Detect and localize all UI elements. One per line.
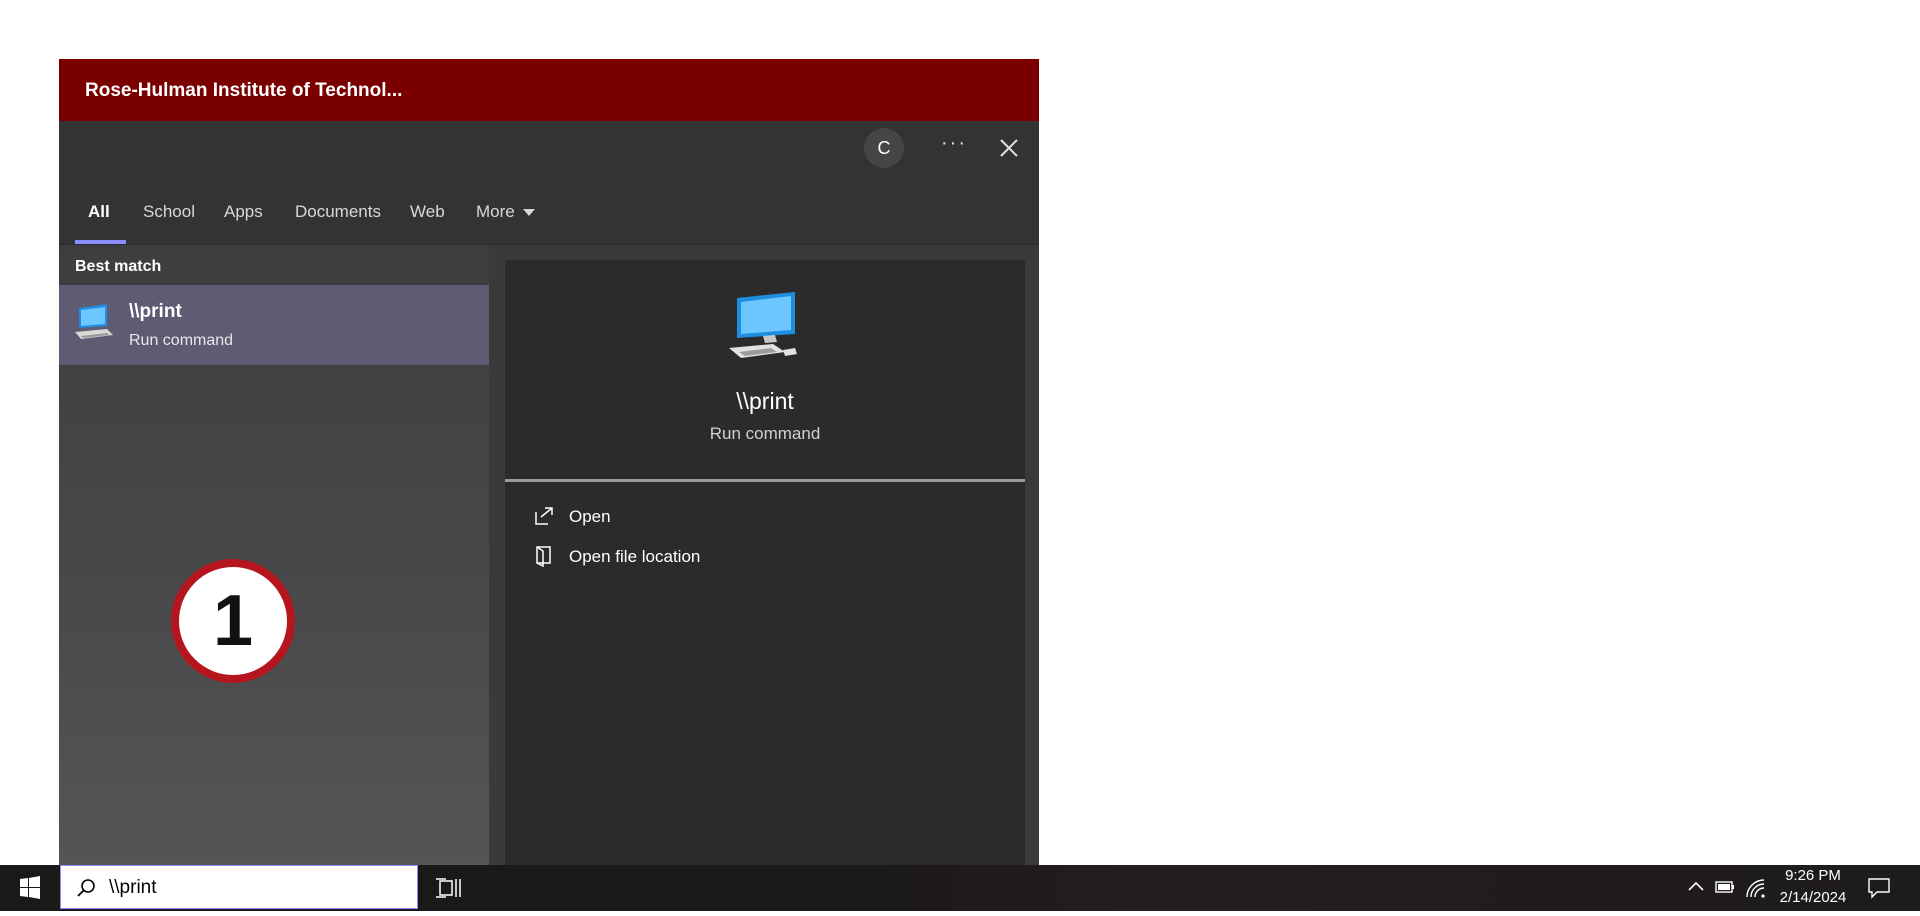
chevron-up-icon <box>1688 881 1704 891</box>
tab-documents[interactable]: Documents <box>295 202 381 222</box>
more-options-button[interactable]: ··· <box>934 123 974 163</box>
tab-web[interactable]: Web <box>410 202 445 222</box>
organization-title: Rose-Hulman Institute of Technol... <box>85 80 403 101</box>
system-clock[interactable]: 9:26 PM 2/14/2024 <box>1768 865 1858 911</box>
tab-more[interactable]: More <box>476 202 535 222</box>
preview-title: \\print <box>736 388 794 414</box>
result-type: Run command <box>129 332 234 349</box>
step-number-badge: 1 <box>171 559 295 683</box>
network-button[interactable] <box>1744 877 1766 904</box>
file-location-icon <box>536 546 551 567</box>
active-tab-indicator <box>75 240 126 244</box>
notifications-button[interactable] <box>1866 875 1892 906</box>
wifi-icon <box>1746 879 1765 898</box>
search-flyout: Rose-Hulman Institute of Technol... All … <box>59 59 1039 865</box>
start-button[interactable] <box>0 865 60 911</box>
taskbar: 9:26 PM 2/14/2024 <box>0 865 1920 911</box>
close-button[interactable] <box>989 128 1029 168</box>
tab-more-label: More <box>476 202 515 221</box>
search-icon <box>77 879 95 897</box>
battery-icon <box>1715 881 1734 893</box>
preview-pane: \\print Run command Open Open file locat… <box>505 260 1025 865</box>
computer-icon <box>75 304 113 339</box>
taskbar-search-box[interactable] <box>60 865 418 909</box>
close-icon <box>1000 139 1018 157</box>
open-action-label: Open <box>569 507 611 526</box>
clock-date: 2/14/2024 <box>1779 889 1847 906</box>
task-view-button[interactable] <box>432 873 468 903</box>
clock-time: 9:26 PM <box>1785 867 1841 884</box>
computer-icon <box>729 292 797 358</box>
show-hidden-icons-button[interactable] <box>1686 877 1706 902</box>
tab-school[interactable]: School <box>143 202 195 222</box>
loading-spinner-icon: C <box>864 128 904 168</box>
task-view-icon <box>436 878 461 898</box>
chevron-down-icon <box>522 209 535 217</box>
best-match-result[interactable]: \\print Run command <box>59 285 489 365</box>
open-file-location-label: Open file location <box>569 547 701 566</box>
result-name: \\print <box>129 301 182 322</box>
results-pane: Best match \\print Run command 1 <box>59 245 489 865</box>
best-match-heading: Best match <box>75 258 162 275</box>
preview-type: Run command <box>709 424 821 443</box>
tab-all[interactable]: All <box>88 202 110 222</box>
windows-logo-icon <box>20 876 40 899</box>
search-input[interactable] <box>109 876 399 900</box>
organization-header: Rose-Hulman Institute of Technol... <box>59 59 1039 121</box>
preview-divider <box>505 479 1025 482</box>
battery-button[interactable] <box>1714 877 1736 902</box>
open-external-icon <box>535 507 553 525</box>
notification-center-icon <box>1868 878 1890 899</box>
tab-apps[interactable]: Apps <box>224 202 263 222</box>
